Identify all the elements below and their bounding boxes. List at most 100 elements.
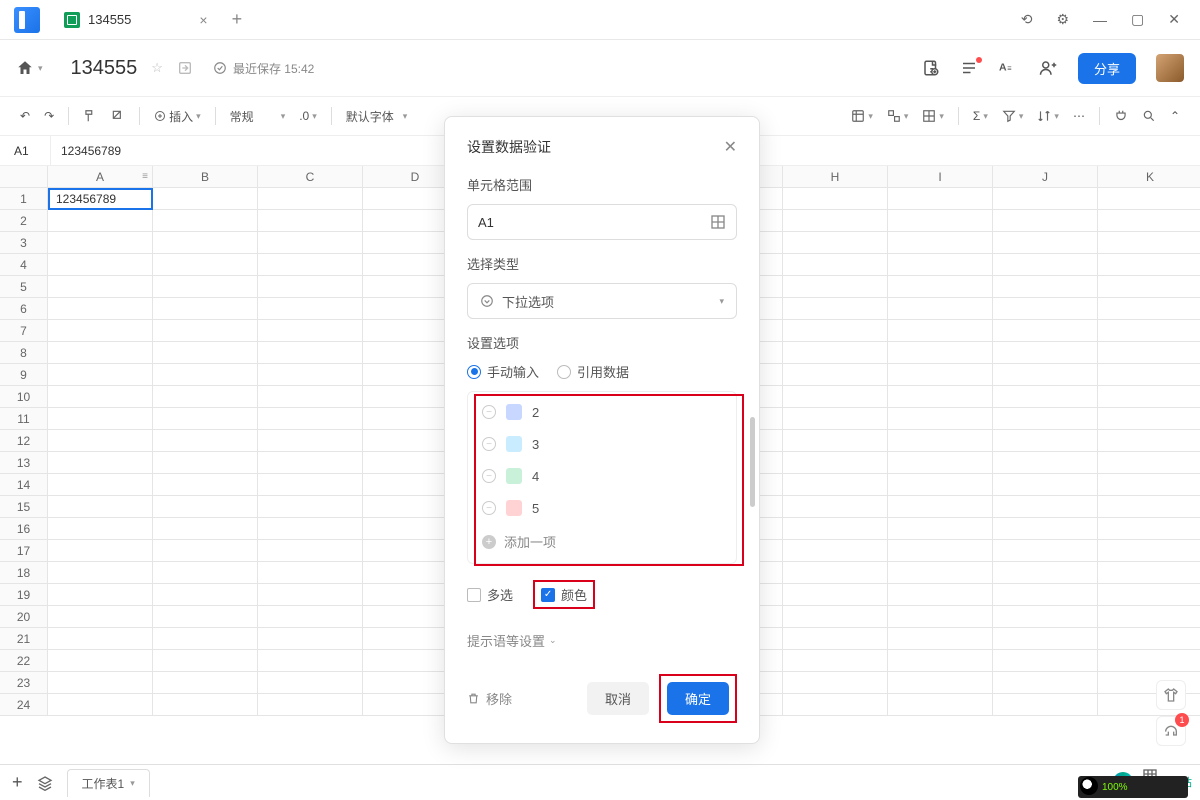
cell[interactable] [1098, 430, 1200, 452]
cell[interactable] [1098, 606, 1200, 628]
column-header[interactable]: A≡ [48, 166, 153, 188]
cell[interactable] [153, 562, 258, 584]
cell[interactable] [153, 628, 258, 650]
cell[interactable] [258, 562, 363, 584]
multi-checkbox[interactable]: 多选 [467, 585, 513, 604]
cell[interactable] [888, 628, 993, 650]
dialog-close-icon[interactable]: ✕ [724, 137, 737, 157]
cell[interactable] [258, 694, 363, 716]
cell[interactable] [993, 518, 1098, 540]
cell[interactable] [153, 606, 258, 628]
cell[interactable] [888, 408, 993, 430]
decimal-button[interactable]: .0▾ [295, 106, 321, 126]
cell[interactable] [783, 496, 888, 518]
cell[interactable] [153, 672, 258, 694]
share-button[interactable]: 分享 [1078, 53, 1136, 84]
cell[interactable] [153, 320, 258, 342]
cell[interactable] [153, 694, 258, 716]
cell[interactable] [153, 496, 258, 518]
cell[interactable] [48, 452, 153, 474]
hint-settings-toggle[interactable]: 提示语等设置 ⌄ [467, 631, 737, 650]
cell[interactable] [1098, 386, 1200, 408]
cell[interactable] [783, 320, 888, 342]
cell[interactable] [48, 408, 153, 430]
cell[interactable] [993, 650, 1098, 672]
cell[interactable] [153, 276, 258, 298]
remove-option-icon[interactable]: − [482, 501, 496, 515]
row-header[interactable]: 16 [0, 518, 48, 540]
cell[interactable] [258, 496, 363, 518]
cell[interactable] [1098, 562, 1200, 584]
remove-option-icon[interactable]: − [482, 437, 496, 451]
remove-button[interactable]: 移除 [467, 689, 512, 708]
close-tab-icon[interactable]: × [199, 12, 207, 28]
column-header[interactable]: I [888, 166, 993, 188]
cell[interactable] [153, 386, 258, 408]
cell[interactable] [258, 232, 363, 254]
row-header[interactable]: 3 [0, 232, 48, 254]
cell[interactable] [783, 584, 888, 606]
cell[interactable] [993, 342, 1098, 364]
sum-button[interactable]: Σ▾ [969, 106, 992, 126]
expand-button[interactable]: ⌃ [1166, 106, 1184, 126]
cell[interactable] [888, 672, 993, 694]
cell[interactable] [48, 342, 153, 364]
column-header[interactable]: J [993, 166, 1098, 188]
filter-button[interactable]: ▾ [847, 106, 877, 126]
row-header[interactable]: 7 [0, 320, 48, 342]
cell[interactable] [258, 188, 363, 210]
cell[interactable] [783, 254, 888, 276]
cell[interactable] [993, 430, 1098, 452]
cell[interactable] [258, 364, 363, 386]
add-sheet-button[interactable]: + [12, 772, 23, 793]
cell[interactable] [993, 364, 1098, 386]
cell[interactable] [783, 342, 888, 364]
cell[interactable] [48, 320, 153, 342]
cell[interactable] [1098, 188, 1200, 210]
minimize-icon[interactable]: — [1093, 12, 1107, 28]
radio-reference[interactable]: 引用数据 [557, 362, 629, 381]
cell[interactable] [1098, 650, 1200, 672]
cell[interactable] [153, 474, 258, 496]
cell[interactable] [888, 650, 993, 672]
table-button[interactable]: ▾ [918, 106, 948, 126]
row-header[interactable]: 8 [0, 342, 48, 364]
color-checkbox[interactable]: ✓ 颜色 [541, 585, 587, 604]
cell[interactable] [993, 496, 1098, 518]
sheets-menu-icon[interactable] [37, 775, 53, 791]
cell[interactable] [48, 694, 153, 716]
add-user-icon[interactable] [1038, 59, 1058, 77]
cell[interactable] [153, 540, 258, 562]
redo-button[interactable]: ↷ [40, 106, 58, 126]
cell[interactable] [1098, 452, 1200, 474]
cell[interactable] [783, 606, 888, 628]
row-header[interactable]: 22 [0, 650, 48, 672]
home-button[interactable]: ▾ [16, 59, 43, 77]
remove-option-icon[interactable]: − [482, 469, 496, 483]
cell[interactable] [783, 694, 888, 716]
cell[interactable] [783, 210, 888, 232]
cell[interactable] [48, 540, 153, 562]
add-option-button[interactable]: + 添加一项 [468, 524, 736, 559]
cell[interactable] [258, 408, 363, 430]
cell[interactable] [258, 342, 363, 364]
option-color-swatch[interactable] [506, 436, 522, 452]
cell[interactable] [993, 276, 1098, 298]
row-header[interactable]: 19 [0, 584, 48, 606]
dialog-scrollbar[interactable] [750, 417, 755, 507]
cell[interactable] [258, 320, 363, 342]
cancel-button[interactable]: 取消 [587, 682, 649, 715]
cell[interactable] [888, 694, 993, 716]
cell[interactable] [993, 408, 1098, 430]
star-icon[interactable]: ☆ [151, 60, 163, 76]
cell[interactable] [48, 254, 153, 276]
cell[interactable] [783, 386, 888, 408]
number-format-select[interactable]: 常规▾ [226, 105, 290, 128]
grid-picker-icon[interactable] [710, 214, 726, 230]
cell[interactable] [783, 672, 888, 694]
cell[interactable] [783, 276, 888, 298]
cell[interactable] [1098, 364, 1200, 386]
cell[interactable] [783, 474, 888, 496]
option-row[interactable]: −3 [468, 428, 736, 460]
cell[interactable] [1098, 474, 1200, 496]
